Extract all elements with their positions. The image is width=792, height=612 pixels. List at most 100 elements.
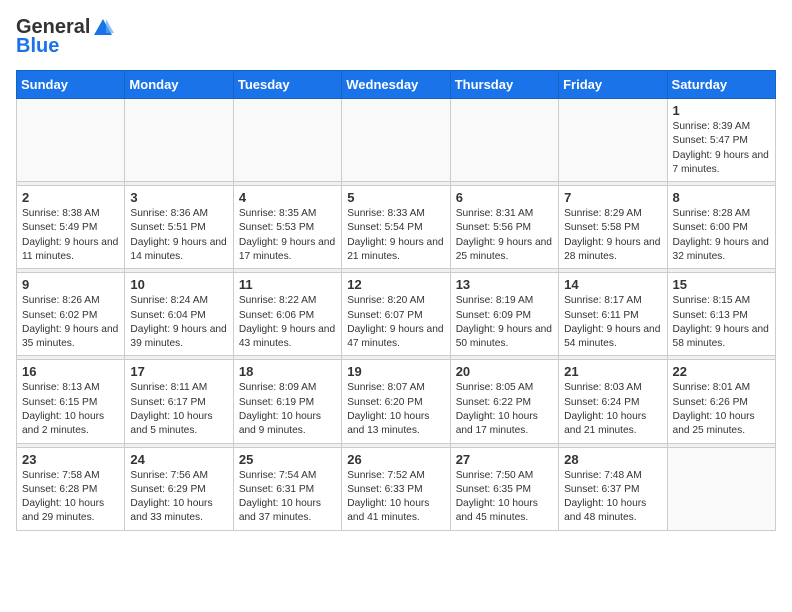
weekday-header-saturday: Saturday <box>667 71 775 99</box>
calendar-cell: 22 Sunrise: 8:01 AM Sunset: 6:26 PM Dayli… <box>667 360 775 443</box>
logo-icon <box>92 17 114 39</box>
day-info: Sunrise: 7:48 AM Sunset: 6:37 PM Dayligh… <box>564 469 661 526</box>
calendar-cell: 21 Sunrise: 8:03 AM Sunset: 6:24 PM Dayli… <box>559 360 667 443</box>
day-number: 18 <box>239 364 336 379</box>
day-info: Sunrise: 8:13 AM Sunset: 6:15 PM Dayligh… <box>22 381 119 438</box>
day-info: Sunrise: 8:26 AM Sunset: 6:02 PM Dayligh… <box>22 294 119 351</box>
day-info: Sunrise: 8:33 AM Sunset: 5:54 PM Dayligh… <box>347 207 444 264</box>
logo-blue-text: Blue <box>16 35 59 58</box>
calendar-cell: 12 Sunrise: 8:20 AM Sunset: 6:07 PM Dayli… <box>342 273 450 356</box>
day-info: Sunrise: 7:56 AM Sunset: 6:29 PM Dayligh… <box>130 469 227 526</box>
day-info: Sunrise: 8:03 AM Sunset: 6:24 PM Dayligh… <box>564 381 661 438</box>
day-info: Sunrise: 8:19 AM Sunset: 6:09 PM Dayligh… <box>456 294 553 351</box>
calendar-cell: 4Sunrise: 8:35 AM Sunset: 5:53 PM Daylig… <box>233 186 341 269</box>
calendar-cell: 11Sunrise: 8:22 AM Sunset: 6:06 PM Dayli… <box>233 273 341 356</box>
day-info: Sunrise: 8:28 AM Sunset: 6:00 PM Dayligh… <box>673 207 770 264</box>
calendar-cell: 14 Sunrise: 8:17 AM Sunset: 6:11 PM Dayli… <box>559 273 667 356</box>
day-number: 10 <box>130 277 227 292</box>
calendar-cell: 25 Sunrise: 7:54 AM Sunset: 6:31 PM Dayli… <box>233 447 341 530</box>
day-info: Sunrise: 8:36 AM Sunset: 5:51 PM Dayligh… <box>130 207 227 264</box>
calendar-cell: 15 Sunrise: 8:15 AM Sunset: 6:13 PM Dayli… <box>667 273 775 356</box>
calendar-cell: 17 Sunrise: 8:11 AM Sunset: 6:17 PM Dayli… <box>125 360 233 443</box>
weekday-header-tuesday: Tuesday <box>233 71 341 99</box>
day-info: Sunrise: 7:52 AM Sunset: 6:33 PM Dayligh… <box>347 469 444 526</box>
day-number: 21 <box>564 364 661 379</box>
day-number: 23 <box>22 452 119 467</box>
calendar-cell: 27 Sunrise: 7:50 AM Sunset: 6:35 PM Dayli… <box>450 447 558 530</box>
day-number: 14 <box>564 277 661 292</box>
day-number: 17 <box>130 364 227 379</box>
calendar-week-1: 1Sunrise: 8:39 AM Sunset: 5:47 PM Daylig… <box>17 99 776 182</box>
calendar-week-4: 16 Sunrise: 8:13 AM Sunset: 6:15 PM Dayli… <box>17 360 776 443</box>
weekday-header-monday: Monday <box>125 71 233 99</box>
day-info: Sunrise: 8:17 AM Sunset: 6:11 PM Dayligh… <box>564 294 661 351</box>
day-info: Sunrise: 8:31 AM Sunset: 5:56 PM Dayligh… <box>456 207 553 264</box>
calendar-cell <box>667 447 775 530</box>
day-number: 19 <box>347 364 444 379</box>
weekday-header-wednesday: Wednesday <box>342 71 450 99</box>
day-info: Sunrise: 8:15 AM Sunset: 6:13 PM Dayligh… <box>673 294 770 351</box>
calendar-cell: 20 Sunrise: 8:05 AM Sunset: 6:22 PM Dayli… <box>450 360 558 443</box>
calendar-cell <box>559 99 667 182</box>
calendar-cell: 13 Sunrise: 8:19 AM Sunset: 6:09 PM Dayli… <box>450 273 558 356</box>
day-number: 13 <box>456 277 553 292</box>
day-info: Sunrise: 7:54 AM Sunset: 6:31 PM Dayligh… <box>239 469 336 526</box>
calendar-cell: 18 Sunrise: 8:09 AM Sunset: 6:19 PM Dayli… <box>233 360 341 443</box>
calendar-cell: 16 Sunrise: 8:13 AM Sunset: 6:15 PM Dayli… <box>17 360 125 443</box>
day-number: 2 <box>22 190 119 205</box>
day-info: Sunrise: 7:50 AM Sunset: 6:35 PM Dayligh… <box>456 469 553 526</box>
day-info: Sunrise: 8:24 AM Sunset: 6:04 PM Dayligh… <box>130 294 227 351</box>
calendar-cell <box>17 99 125 182</box>
day-info: Sunrise: 8:20 AM Sunset: 6:07 PM Dayligh… <box>347 294 444 351</box>
day-number: 12 <box>347 277 444 292</box>
calendar-cell: 19 Sunrise: 8:07 AM Sunset: 6:20 PM Dayli… <box>342 360 450 443</box>
weekday-header-row: SundayMondayTuesdayWednesdayThursdayFrid… <box>17 71 776 99</box>
day-info: Sunrise: 8:05 AM Sunset: 6:22 PM Dayligh… <box>456 381 553 438</box>
day-number: 4 <box>239 190 336 205</box>
calendar-cell: 7Sunrise: 8:29 AM Sunset: 5:58 PM Daylig… <box>559 186 667 269</box>
day-info: Sunrise: 8:07 AM Sunset: 6:20 PM Dayligh… <box>347 381 444 438</box>
calendar-cell: 9 Sunrise: 8:26 AM Sunset: 6:02 PM Daylig… <box>17 273 125 356</box>
day-number: 3 <box>130 190 227 205</box>
day-number: 15 <box>673 277 770 292</box>
calendar-cell: 5 Sunrise: 8:33 AM Sunset: 5:54 PM Daylig… <box>342 186 450 269</box>
calendar-cell <box>125 99 233 182</box>
day-number: 22 <box>673 364 770 379</box>
calendar-cell: 10 Sunrise: 8:24 AM Sunset: 6:04 PM Dayli… <box>125 273 233 356</box>
day-number: 16 <box>22 364 119 379</box>
day-number: 25 <box>239 452 336 467</box>
weekday-header-thursday: Thursday <box>450 71 558 99</box>
day-number: 26 <box>347 452 444 467</box>
day-number: 28 <box>564 452 661 467</box>
weekday-header-sunday: Sunday <box>17 71 125 99</box>
logo: General Blue <box>16 16 114 58</box>
day-info: Sunrise: 8:29 AM Sunset: 5:58 PM Dayligh… <box>564 207 661 264</box>
calendar-cell: 23 Sunrise: 7:58 AM Sunset: 6:28 PM Dayli… <box>17 447 125 530</box>
calendar-week-3: 9 Sunrise: 8:26 AM Sunset: 6:02 PM Daylig… <box>17 273 776 356</box>
day-number: 5 <box>347 190 444 205</box>
calendar-cell: 24 Sunrise: 7:56 AM Sunset: 6:29 PM Dayli… <box>125 447 233 530</box>
calendar-cell: 3 Sunrise: 8:36 AM Sunset: 5:51 PM Daylig… <box>125 186 233 269</box>
calendar-cell: 2Sunrise: 8:38 AM Sunset: 5:49 PM Daylig… <box>17 186 125 269</box>
day-info: Sunrise: 8:11 AM Sunset: 6:17 PM Dayligh… <box>130 381 227 438</box>
calendar-week-5: 23 Sunrise: 7:58 AM Sunset: 6:28 PM Dayli… <box>17 447 776 530</box>
calendar-cell <box>450 99 558 182</box>
day-number: 9 <box>22 277 119 292</box>
calendar-table: SundayMondayTuesdayWednesdayThursdayFrid… <box>16 70 776 531</box>
calendar-cell <box>342 99 450 182</box>
page-header: General Blue <box>16 16 776 58</box>
calendar-cell: 6 Sunrise: 8:31 AM Sunset: 5:56 PM Daylig… <box>450 186 558 269</box>
day-number: 11 <box>239 277 336 292</box>
day-info: Sunrise: 8:09 AM Sunset: 6:19 PM Dayligh… <box>239 381 336 438</box>
day-info: Sunrise: 7:58 AM Sunset: 6:28 PM Dayligh… <box>22 469 119 526</box>
calendar-cell: 28 Sunrise: 7:48 AM Sunset: 6:37 PM Dayli… <box>559 447 667 530</box>
day-number: 8 <box>673 190 770 205</box>
day-number: 24 <box>130 452 227 467</box>
day-number: 6 <box>456 190 553 205</box>
day-info: Sunrise: 8:39 AM Sunset: 5:47 PM Dayligh… <box>673 120 770 177</box>
weekday-header-friday: Friday <box>559 71 667 99</box>
day-number: 27 <box>456 452 553 467</box>
day-number: 20 <box>456 364 553 379</box>
calendar-week-2: 2Sunrise: 8:38 AM Sunset: 5:49 PM Daylig… <box>17 186 776 269</box>
day-info: Sunrise: 8:01 AM Sunset: 6:26 PM Dayligh… <box>673 381 770 438</box>
